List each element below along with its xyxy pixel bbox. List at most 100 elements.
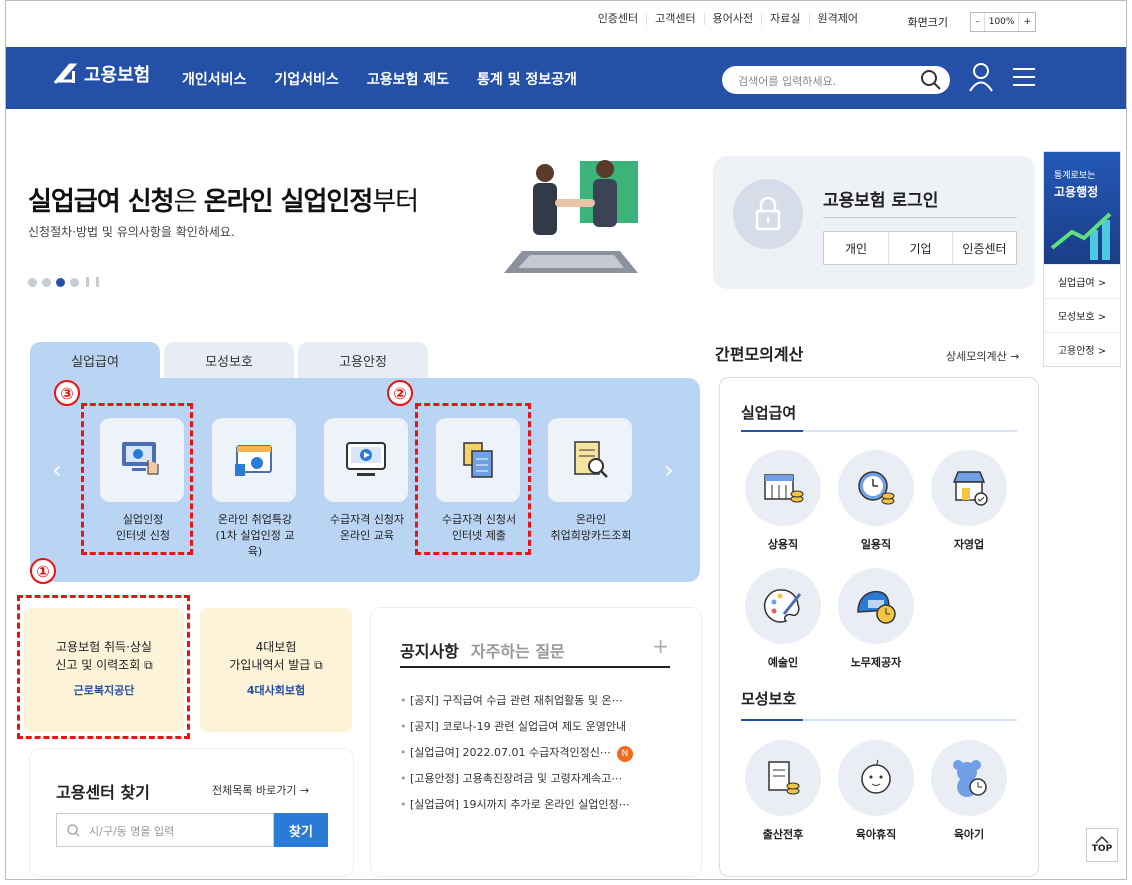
document-coins-icon bbox=[768, 761, 800, 795]
service-label-1: 수급자격 신청자 bbox=[329, 513, 405, 526]
zoom-out-button[interactable]: – bbox=[971, 13, 984, 31]
hero-title-part-2: 은 bbox=[173, 187, 204, 217]
util-link-customer[interactable]: 고객센터 bbox=[646, 13, 703, 25]
quick-item-unemployment[interactable]: 실업급여 > bbox=[1044, 264, 1120, 298]
lock-icon bbox=[733, 179, 803, 249]
center-search-button[interactable]: 찾기 bbox=[274, 813, 328, 847]
external-link-icon: ⧉ bbox=[144, 658, 153, 672]
util-link-glossary[interactable]: 용어사전 bbox=[703, 13, 761, 25]
logo-text: 고용보험 bbox=[84, 65, 151, 86]
search-placeholder: 검색어를 입력하세요. bbox=[738, 75, 837, 88]
calc-item-circle bbox=[838, 450, 914, 526]
pause-icon[interactable] bbox=[86, 277, 89, 287]
calc-item-self-employed[interactable]: 자영업 bbox=[931, 450, 1007, 552]
tab-unemployment[interactable]: 실업급여 bbox=[30, 342, 160, 378]
nav-system[interactable]: 고용보험 제도 bbox=[367, 69, 449, 89]
calc-item-daily[interactable]: 일용직 bbox=[838, 450, 914, 552]
zoom-value: 100% bbox=[983, 13, 1019, 31]
utility-bar: 인증센터 고객센터 용어사전 자료실 원격제어 화면크기 – 100% + bbox=[6, 1, 1126, 47]
calc-item-freelancer[interactable]: 노무제공자 bbox=[838, 568, 914, 670]
zoom-label: 화면크기 bbox=[907, 16, 948, 29]
quick-item-stability[interactable]: 고용안정 > bbox=[1044, 332, 1120, 366]
scroll-top-button[interactable]: TOP bbox=[1086, 828, 1118, 862]
calc-item-circle bbox=[745, 450, 821, 526]
site-logo[interactable]: 고용보험 bbox=[52, 61, 150, 87]
tab-notice[interactable]: 공지사항 bbox=[400, 638, 459, 662]
nav-statistics[interactable]: 통계 및 정보공개 bbox=[477, 69, 577, 89]
notice-item[interactable]: [공지] 코로나-19 관련 실업급여 제도 운영안내 bbox=[400, 718, 680, 744]
service-hope-card[interactable]: 온라인 취업희망카드조회 bbox=[548, 418, 634, 544]
center-search-input[interactable]: 시/구/동 명을 입력 bbox=[56, 813, 274, 847]
calc-section-maternity: 모성보호 bbox=[741, 690, 797, 708]
service-online-education[interactable]: 수급자격 신청자온라인 교육 bbox=[324, 418, 410, 544]
center-all-link[interactable]: 전체목록 바로가기 → bbox=[212, 782, 309, 798]
calc-item-childbirth[interactable]: 출산전후 bbox=[745, 740, 821, 842]
calc-item-childcare[interactable]: 육아기 bbox=[931, 740, 1007, 842]
monitor-play-icon bbox=[346, 442, 386, 476]
calc-detail-link[interactable]: 상세모의계산 → bbox=[946, 348, 1019, 364]
nav-personal[interactable]: 개인서비스 bbox=[182, 69, 246, 89]
calc-section-unemployment: 실업급여 bbox=[741, 404, 797, 422]
carousel-dot[interactable] bbox=[28, 277, 37, 287]
card-4insurance[interactable]: 4대보험 가입내역서 발급 ⧉ 4대사회보험 bbox=[200, 608, 352, 732]
calc-divider bbox=[741, 719, 1017, 721]
chevron-up-icon bbox=[1095, 836, 1109, 844]
carousel-dot-active[interactable] bbox=[56, 277, 65, 287]
calc-item-regular[interactable]: 상용직 bbox=[745, 450, 821, 552]
zoom-in-button[interactable]: + bbox=[1018, 13, 1035, 31]
notice-item[interactable]: [고용안정] 고용촉진장려금 및 고령자계속고⋯ bbox=[400, 770, 680, 796]
marker-3: ③ bbox=[54, 380, 80, 406]
marker-2: ② bbox=[387, 380, 413, 406]
login-personal-button[interactable]: 개인 bbox=[824, 232, 888, 264]
menu-icon[interactable] bbox=[1012, 62, 1036, 92]
prev-arrow-icon[interactable]: ‹ bbox=[52, 456, 62, 484]
carousel-indicator[interactable] bbox=[28, 277, 99, 287]
notice-item[interactable]: [실업급여] 19시까지 추가로 온라인 실업인정⋯ bbox=[400, 796, 680, 822]
service-label-2: 취업희망카드조회 bbox=[550, 529, 632, 542]
util-link-cert[interactable]: 인증센터 bbox=[590, 13, 646, 25]
util-link-archive[interactable]: 자료실 bbox=[761, 13, 808, 25]
more-plus-icon[interactable]: + bbox=[652, 634, 669, 658]
calc-item-artist[interactable]: 예술인 bbox=[745, 568, 821, 670]
card-label-2: 신고 및 이력조회 bbox=[55, 658, 141, 672]
tab-faq[interactable]: 자주하는 질문 bbox=[471, 638, 565, 662]
next-arrow-icon[interactable]: › bbox=[664, 456, 674, 484]
service-job-lecture[interactable]: 온라인 취업특강 (1차 실업인정 교육) bbox=[212, 418, 298, 560]
login-cert-button[interactable]: 인증센터 bbox=[952, 232, 1016, 264]
quick-menu: 통계로보는 고용행정 실업급여 > 모성보호 > 고용안정 > bbox=[1043, 151, 1121, 367]
service-label-2: 온라인 교육 bbox=[339, 529, 395, 542]
video-window-icon bbox=[235, 445, 272, 476]
search-input[interactable]: 검색어를 입력하세요. bbox=[722, 66, 950, 94]
card-org-kcomwel: 근로복지공단 bbox=[73, 684, 135, 697]
notice-item[interactable]: [공지] 구직급여 수급 관련 재취업활동 및 온⋯ bbox=[400, 692, 680, 718]
carousel-dot[interactable] bbox=[70, 277, 79, 287]
calc-item-circle bbox=[838, 568, 914, 644]
tab-maternity[interactable]: 모성보호 bbox=[164, 342, 294, 378]
chart-up-icon bbox=[1050, 212, 1112, 260]
user-icon[interactable] bbox=[968, 62, 994, 92]
calc-item-parental-leave[interactable]: 육아휴직 bbox=[838, 740, 914, 842]
search-icon[interactable] bbox=[920, 69, 942, 91]
hero-subtitle: 신청절차·방법 및 유의사항을 확인하세요. bbox=[28, 225, 235, 239]
calc-item-label: 육아휴직 bbox=[855, 828, 897, 841]
nav-business[interactable]: 기업서비스 bbox=[274, 69, 338, 89]
tab-stability[interactable]: 고용안정 bbox=[298, 342, 428, 378]
util-link-remote[interactable]: 원격제어 bbox=[808, 13, 866, 25]
main-nav: 개인서비스 기업서비스 고용보험 제도 통계 및 정보공개 bbox=[182, 69, 577, 89]
search-icon bbox=[67, 824, 80, 837]
carousel-dot[interactable] bbox=[42, 277, 51, 287]
card-label-1: 4대보험 bbox=[255, 640, 297, 654]
stats-banner[interactable]: 통계로보는 고용행정 bbox=[1044, 152, 1120, 264]
quick-item-maternity[interactable]: 모성보호 > bbox=[1044, 298, 1120, 332]
login-business-button[interactable]: 기업 bbox=[888, 232, 952, 264]
calc-item-circle bbox=[745, 568, 821, 644]
notice-item[interactable]: [실업급여] 2022.07.01 수급자격인정신⋯ N bbox=[400, 744, 680, 770]
card-insurance-report[interactable]: 고용보험 취득·상실 신고 및 이력조회 ⧉ 근로복지공단 bbox=[24, 608, 184, 732]
hero-title[interactable]: 실업급여 신청은 온라인 실업인정부터 bbox=[28, 181, 419, 218]
calc-title: 간편모의계산 bbox=[715, 345, 804, 364]
center-search-placeholder: 시/구/동 명을 입력 bbox=[89, 825, 175, 838]
handshake-illustration bbox=[504, 160, 638, 273]
service-label-2: (1차 실업인정 교육) bbox=[215, 529, 295, 558]
utility-links: 인증센터 고객센터 용어사전 자료실 원격제어 bbox=[590, 13, 866, 25]
calc-item-label: 자영업 bbox=[953, 538, 985, 551]
